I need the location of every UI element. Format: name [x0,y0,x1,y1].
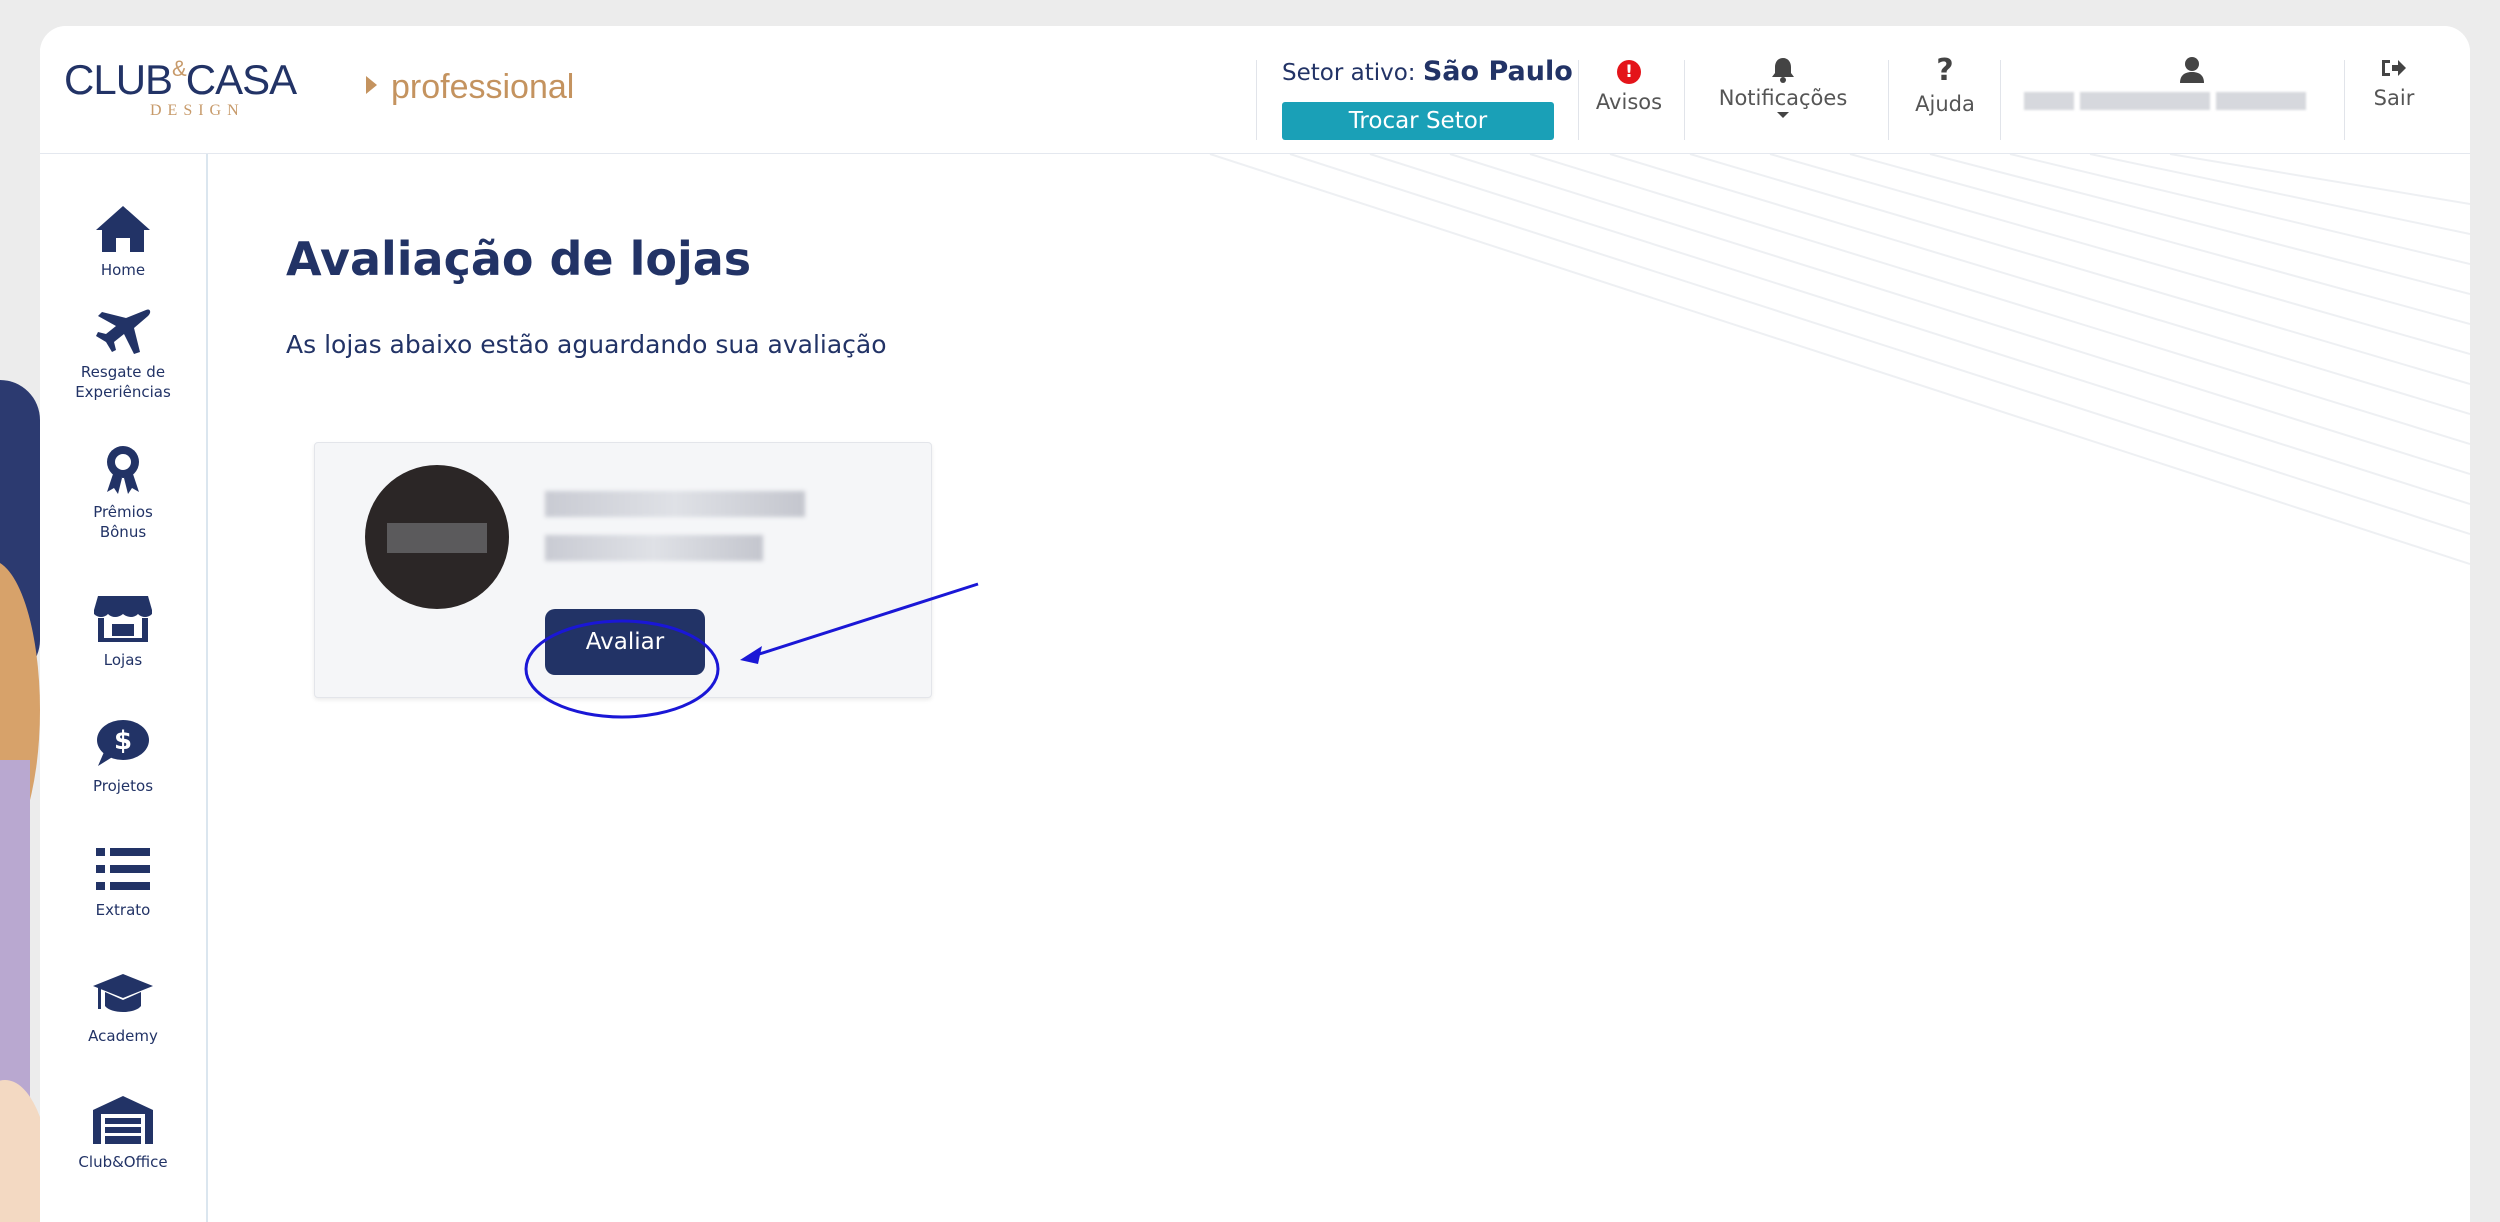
header-divider [2344,60,2345,140]
logo-ampersand: & [172,56,187,81]
notifications-label: Notificações [1718,86,1848,110]
sidebar-item-label: Academy [88,1027,158,1045]
logo-text-club: CLUB [64,56,173,103]
change-sector-button[interactable]: Trocar Setor [1282,102,1554,140]
sidebar-item-label: Prêmios Bônus [93,503,153,541]
sidebar-item-label: Extrato [95,901,151,919]
warehouse-icon [93,1096,153,1144]
header-divider [1578,60,1579,140]
sidebar-item-extrato[interactable]: Extrato [40,844,206,920]
top-header: CLUB&CASA DESIGN professional Setor ativ… [40,26,2470,154]
sidebar-item-projetos[interactable]: $ Projetos [40,718,206,796]
question-mark-icon: ? [1936,53,1954,88]
graduation-cap-icon [93,974,153,1012]
help-button[interactable]: ? Ajuda [1906,56,1984,138]
airplane-icon [96,309,151,354]
header-divider [1684,60,1685,140]
evaluate-button[interactable]: Avaliar [545,609,705,675]
app-window: CLUB&CASA DESIGN professional Setor ativ… [40,26,2470,1222]
home-icon [96,206,150,252]
store-name-redacted [545,491,805,579]
alert-exclamation-icon: ! [1617,60,1641,84]
bell-icon [1772,58,1794,83]
main-content: Avaliação de lojas As lojas abaixo estão… [210,154,2470,1222]
dollar-chat-icon: $ [97,720,149,766]
sidebar-item-home[interactable]: Home [40,204,206,280]
store-icon [94,596,152,642]
sidebar-item-label: Club&Office [78,1153,168,1171]
user-name-redacted [2024,90,2316,110]
notifications-button[interactable]: Notificações [1708,56,1858,138]
sector-label: Setor ativo: [1282,60,1416,86]
alerts-label: Avisos [1595,90,1663,114]
list-icon [96,848,150,890]
user-icon [2180,57,2204,83]
sidebar-item-club-office[interactable]: Club&Office [40,1094,206,1172]
help-label: Ajuda [1915,92,1975,116]
edition-label: professional [366,68,574,107]
logout-label: Sair [2373,86,2415,110]
sidebar-item-academy[interactable]: Academy [40,970,206,1046]
page-title: Avaliação de lojas [286,232,752,286]
sidebar-item-label: Lojas [103,651,143,669]
sidebar-item-lojas[interactable]: Lojas [40,594,206,670]
sector-line: Setor ativo: São Paulo [1282,56,1573,87]
logo-text-casa: CASA [185,56,297,103]
active-sector: Setor ativo: São Paulo Trocar Setor [1282,56,1573,140]
sidebar-item-premios-bonus[interactable]: Prêmios Bônus [40,444,206,542]
store-card: Avaliar [314,442,932,698]
sidebar-item-label: Projetos [92,777,154,795]
sidebar-item-resgate-de-experiencias[interactable]: Resgate de Experiências [40,306,206,402]
logo-subtitle: DESIGN [150,102,245,119]
caret-right-icon [366,76,377,95]
edition-text: professional [391,68,575,106]
sidebar-item-label: Home [100,261,146,279]
header-divider [1256,60,1257,140]
page-subtitle: As lojas abaixo estão aguardando sua ava… [286,330,887,359]
sidebar-nav: Home Resgate de Experiências Prêmios Bôn… [40,154,208,1222]
club-casa-logo[interactable]: CLUB&CASA DESIGN [64,56,324,122]
background-line-pattern [1209,154,2470,565]
chevron-down-icon [1777,112,1789,118]
header-divider [2000,60,2001,140]
svg-text:$: $ [114,726,132,756]
sector-value: São Paulo [1422,56,1573,87]
store-logo-redacted [365,465,509,609]
logout-button[interactable]: Sair [2366,56,2422,138]
sign-out-icon [2382,60,2406,76]
award-ribbon-icon [107,446,139,494]
sidebar-item-label: Resgate de Experiências [75,363,171,401]
alerts-button[interactable]: ! Avisos [1588,56,1670,138]
header-divider [1888,60,1889,140]
